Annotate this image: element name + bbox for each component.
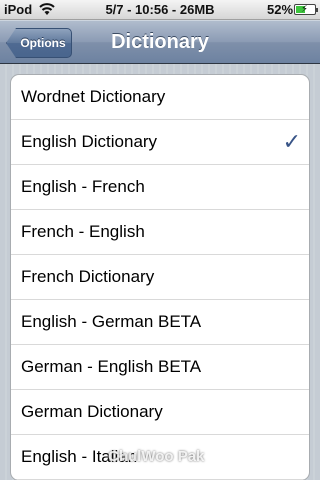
list-item[interactable]: French Dictionary — [11, 255, 309, 300]
list-item[interactable]: English - German BETA — [11, 300, 309, 345]
list-item-label: Wordnet Dictionary — [21, 87, 166, 106]
list-item[interactable]: German Dictionary — [11, 390, 309, 435]
list-item-label: English Dictionary — [21, 132, 158, 151]
list-item[interactable]: English - French — [11, 165, 309, 210]
list-item[interactable]: Wordnet Dictionary — [11, 75, 309, 120]
battery-percent: 52% — [267, 2, 294, 17]
list-item-label: German Dictionary — [21, 402, 163, 421]
checkmark-icon: ✓ — [282, 129, 301, 154]
navigation-bar: Options Dictionary — [0, 20, 320, 64]
list-item[interactable]: French - English — [11, 210, 309, 255]
charging-bolt-icon: ⚡ — [301, 4, 309, 15]
list-item[interactable]: English Dictionary ✓ — [11, 120, 309, 165]
list-item-label: German - English BETA — [21, 357, 202, 376]
status-bar: iPod 5/7 - 10:56 - 26MB 52% ⚡ — [0, 0, 320, 20]
watermark: ChulWoo Pak — [108, 448, 205, 465]
list-item-label: French - English — [21, 222, 145, 241]
list-item-label: English - German BETA — [21, 312, 202, 331]
list-item[interactable]: German - English BETA — [11, 345, 309, 390]
battery-icon: ⚡ — [294, 4, 318, 15]
list-item-label: French Dictionary — [21, 267, 155, 286]
list-item-label: English - French — [21, 177, 145, 196]
page-title: Dictionary — [111, 31, 209, 53]
dictionary-list: Wordnet Dictionary English Dictionary ✓ Eng… — [10, 74, 310, 480]
